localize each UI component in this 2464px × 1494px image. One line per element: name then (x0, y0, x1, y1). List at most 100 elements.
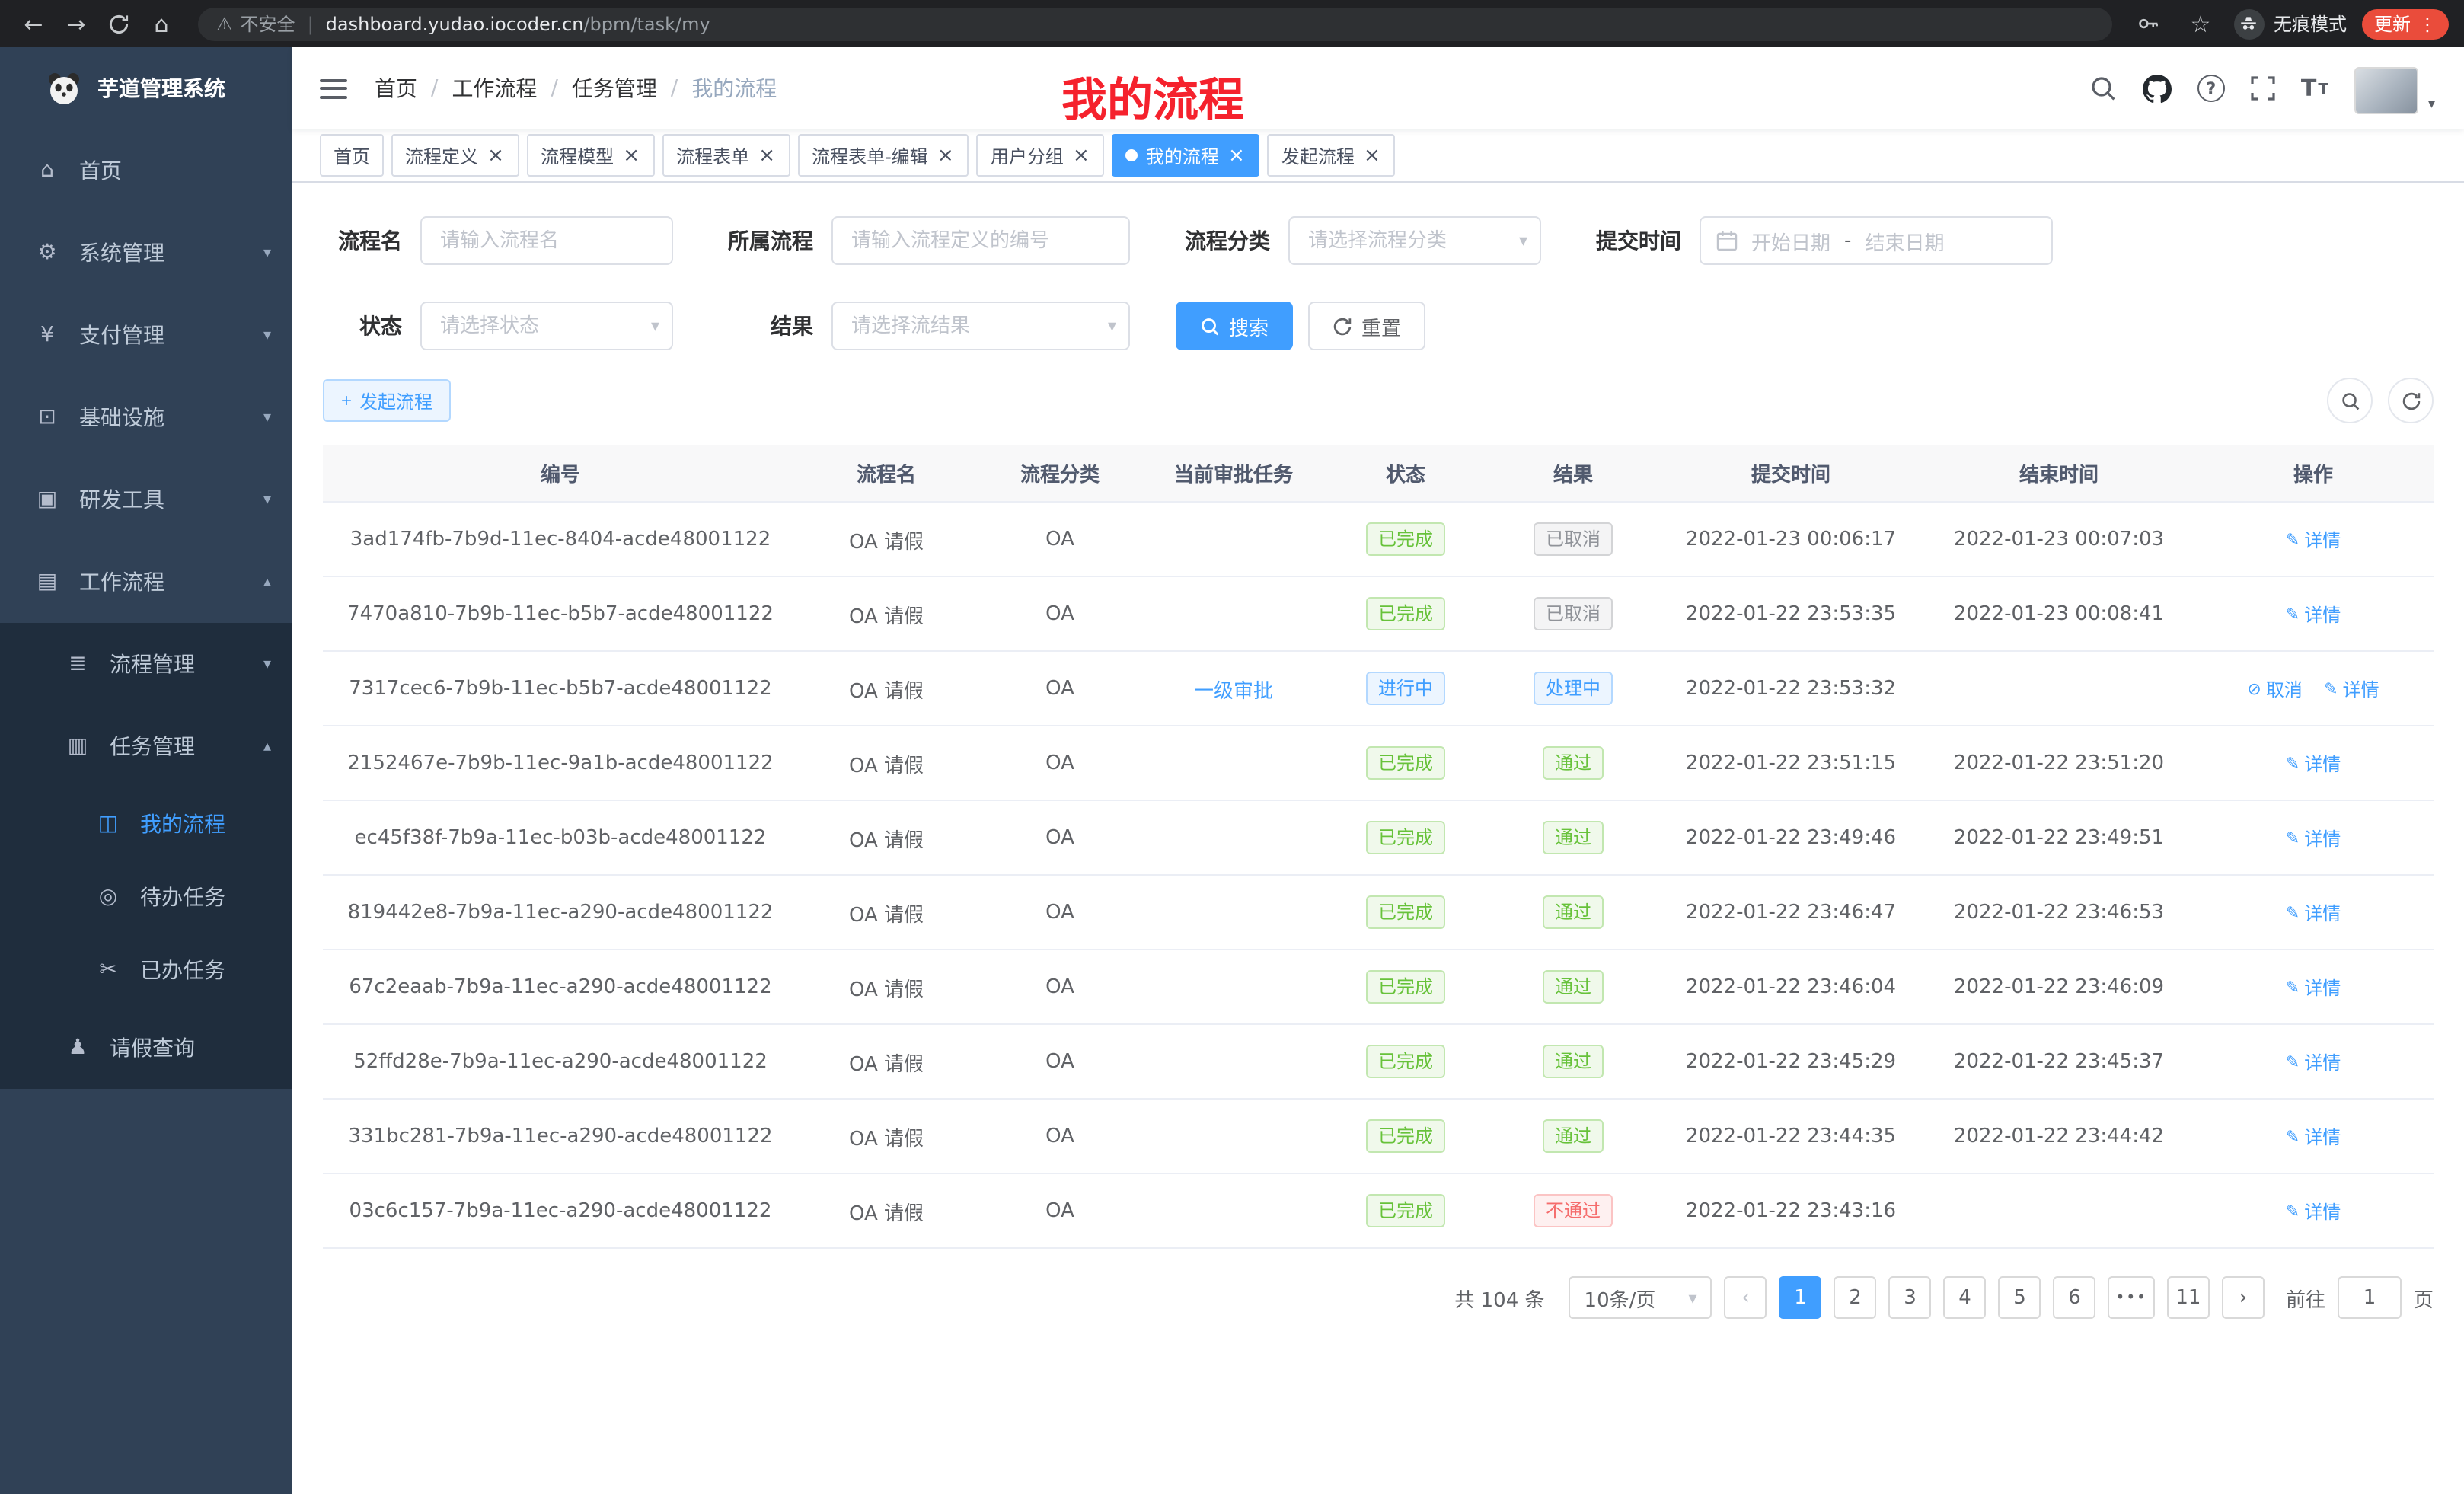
cell-process-name: OA 请假 (798, 1173, 975, 1248)
sidebar-item-leave-query[interactable]: ♟ 请假查询 (0, 1007, 292, 1089)
owner-process-input[interactable] (831, 216, 1130, 265)
next-page-button[interactable]: › (2222, 1276, 2265, 1319)
page-button-6[interactable]: 6 (2054, 1276, 2096, 1319)
category-select[interactable]: ▾ (1288, 216, 1541, 265)
detail-action[interactable]: ✎ 详情 (2286, 1198, 2341, 1224)
font-size-icon[interactable]: TT (2301, 77, 2328, 100)
detail-action[interactable]: ✎ 详情 (2286, 1123, 2341, 1149)
browser-menu-icon[interactable]: ⋮ (2418, 13, 2437, 34)
page-button-11[interactable]: 11 (2167, 1276, 2210, 1319)
logo-panda-icon (46, 70, 82, 107)
result-badge: 通过 (1543, 895, 1604, 929)
edit-icon: ✎ (2286, 1126, 2300, 1146)
cell-category: OA (975, 800, 1145, 875)
browser-home-icon[interactable]: ⌂ (143, 5, 180, 42)
tab-process-model[interactable]: 流程模型 × (527, 134, 655, 177)
sidebar-item-task-mgmt[interactable]: ▥ 任务管理 ▴ (0, 705, 292, 787)
approval-task-link[interactable]: 一级审批 (1194, 680, 1273, 703)
bookmark-star-icon[interactable]: ☆ (2182, 5, 2219, 42)
sidebar-item-my-process[interactable]: ◫ 我的流程 (0, 787, 292, 860)
avatar-image[interactable] (2354, 66, 2418, 113)
tab-my-process[interactable]: 我的流程 × (1112, 134, 1260, 177)
breadcrumb-home[interactable]: 首页 (375, 73, 417, 104)
goto-page-input[interactable] (2338, 1276, 2402, 1319)
tab-home[interactable]: 首页 (320, 134, 384, 177)
toggle-search-button[interactable] (2327, 378, 2373, 423)
page-size-select[interactable]: 10条/页 ▾ (1569, 1276, 1712, 1319)
cell-category: OA (975, 1024, 1145, 1099)
process-name-input[interactable] (420, 216, 673, 265)
password-key-icon[interactable] (2130, 5, 2167, 42)
help-icon[interactable]: ? (2197, 75, 2225, 102)
sidebar-item-todo-tasks[interactable]: ◎ 待办任务 (0, 860, 292, 934)
tab-process-definition[interactable]: 流程定义 × (391, 134, 519, 177)
cell-end-time: 2022-01-22 23:44:42 (1925, 1099, 2193, 1173)
sidebar-item-done-tasks[interactable]: ✂ 已办任务 (0, 934, 292, 1007)
more-pages-button[interactable]: ••• (2108, 1276, 2155, 1319)
reset-button[interactable]: 重置 (1308, 302, 1425, 350)
status-select[interactable]: ▾ (420, 302, 673, 350)
cell-end-time: 2022-01-22 23:49:51 (1925, 800, 2193, 875)
sidebar-item-payment[interactable]: ¥ 支付管理 ▾ (0, 294, 292, 376)
search-icon[interactable] (2089, 75, 2117, 102)
tab-process-form-edit[interactable]: 流程表单-编辑 × (798, 134, 969, 177)
sidebar-item-home[interactable]: ⌂ 首页 (0, 129, 292, 212)
category-label: 流程分类 (1176, 225, 1270, 256)
page-button-1[interactable]: 1 (1779, 1276, 1822, 1319)
detail-action[interactable]: ✎ 详情 (2324, 675, 2379, 701)
close-icon[interactable]: × (936, 145, 956, 165)
date-range-picker[interactable]: 开始日期 - 结束日期 (1700, 216, 2053, 265)
close-icon[interactable]: × (621, 145, 641, 165)
browser-back-icon[interactable]: ← (15, 5, 52, 42)
tab-user-group[interactable]: 用户分组 × (977, 134, 1105, 177)
chevron-down-icon: ▾ (263, 409, 271, 426)
address-bar[interactable]: ⚠ 不安全 | dashboard.yudao.iocoder.cn/bpm/t… (198, 7, 2112, 40)
sidebar-toggle-icon[interactable] (320, 78, 347, 98)
page-button-3[interactable]: 3 (1889, 1276, 1932, 1319)
page-button-5[interactable]: 5 (1999, 1276, 2041, 1319)
detail-action[interactable]: ✎ 详情 (2286, 750, 2341, 776)
breadcrumb-task-mgmt[interactable]: 任务管理 (572, 73, 657, 104)
browser-update-button[interactable]: 更新 ⋮ (2362, 8, 2449, 39)
fullscreen-icon[interactable] (2251, 76, 2275, 101)
close-icon[interactable]: × (1227, 145, 1246, 165)
detail-action[interactable]: ✎ 详情 (2286, 601, 2341, 627)
detail-action[interactable]: ✎ 详情 (2286, 899, 2341, 925)
page-button-2[interactable]: 2 (1834, 1276, 1877, 1319)
detail-action[interactable]: ✎ 详情 (2286, 526, 2341, 552)
result-select[interactable]: ▾ (831, 302, 1130, 350)
detail-action[interactable]: ✎ 详情 (2286, 974, 2341, 1000)
breadcrumb-workflow[interactable]: 工作流程 (452, 73, 537, 104)
sidebar-item-workflow[interactable]: ▤ 工作流程 ▴ (0, 541, 292, 623)
sidebar-item-process-mgmt[interactable]: ≣ 流程管理 ▾ (0, 623, 292, 705)
close-icon[interactable]: × (1071, 145, 1091, 165)
detail-action[interactable]: ✎ 详情 (2286, 825, 2341, 851)
table-row: 331bc281-7b9a-11ec-a290-acde48001122 OA … (323, 1099, 2434, 1173)
search-button[interactable]: 搜索 (1176, 302, 1293, 350)
sidebar-item-infrastructure[interactable]: ⊡ 基础设施 ▾ (0, 376, 292, 458)
github-icon[interactable] (2143, 74, 2172, 103)
refresh-button[interactable] (2388, 378, 2434, 423)
chevron-down-icon: ▾ (263, 656, 271, 672)
detail-action[interactable]: ✎ 详情 (2286, 1049, 2341, 1074)
chat-icon: ◫ (94, 812, 122, 836)
sidebar-item-devtools[interactable]: ▣ 研发工具 ▾ (0, 458, 292, 541)
prev-page-button[interactable]: ‹ (1725, 1276, 1767, 1319)
security-warning[interactable]: ⚠ 不安全 (216, 11, 295, 37)
tab-process-form[interactable]: 流程表单 × (662, 134, 790, 177)
status-badge: 已完成 (1366, 821, 1445, 854)
cancel-action[interactable]: ⊘ 取消 (2247, 675, 2302, 701)
cell-result: 不通过 (1489, 1173, 1657, 1248)
browser-reload-icon[interactable] (101, 5, 137, 42)
close-icon[interactable]: × (1362, 145, 1382, 165)
cell-actions: ⊘ 取消 ✎ 详情 (2193, 576, 2434, 651)
cell-submit-time: 2022-01-22 23:51:15 (1657, 726, 1925, 800)
page-button-4[interactable]: 4 (1944, 1276, 1987, 1319)
browser-forward-icon[interactable]: → (58, 5, 94, 42)
close-icon[interactable]: × (486, 145, 506, 165)
sidebar-item-system[interactable]: ⚙ 系统管理 ▾ (0, 212, 292, 294)
close-icon[interactable]: × (757, 145, 777, 165)
start-process-button[interactable]: + 发起流程 (323, 379, 451, 422)
user-avatar[interactable]: ▾ (2354, 66, 2415, 110)
tab-start-process[interactable]: 发起流程 × (1268, 134, 1396, 177)
